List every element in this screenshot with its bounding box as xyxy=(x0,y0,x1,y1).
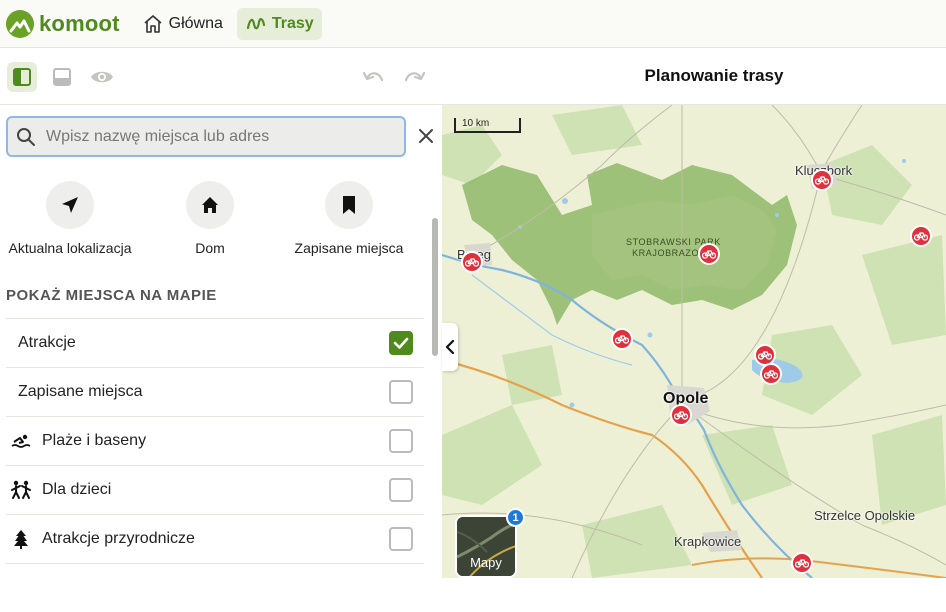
bicycle-icon xyxy=(764,370,778,379)
swimmer-icon xyxy=(10,433,32,449)
komoot-logo[interactable]: komoot xyxy=(6,9,120,38)
bike-poi-marker[interactable] xyxy=(670,404,692,426)
children-icon xyxy=(10,480,32,500)
bicycle-icon xyxy=(795,559,809,568)
quick-action-current-location[interactable]: Aktualna lokalizacja xyxy=(0,181,140,256)
places-list: Atrakcje Zapisane miejsca Plaże i baseny… xyxy=(6,318,424,612)
list-item-nature[interactable]: Atrakcje przyrodnicze xyxy=(6,514,424,563)
panel-bottom-icon xyxy=(53,68,71,86)
bicycle-icon xyxy=(674,411,688,420)
list-item-partial[interactable] xyxy=(6,563,424,612)
quick-action-saved-places[interactable]: Zapisane miejsca xyxy=(279,181,419,256)
planner-sidebar: Aktualna lokalizacja Dom Zapisane miejsc… xyxy=(0,48,442,578)
nav-home-label: Główna xyxy=(168,14,223,32)
nature-checkbox[interactable] xyxy=(389,527,413,551)
section-title: POKAŻ MIEJSCA NA MAPIE xyxy=(6,287,217,304)
undo-icon xyxy=(362,71,384,82)
bicycle-icon xyxy=(702,250,716,259)
quick-action-circle[interactable] xyxy=(186,181,234,229)
planner-toolbar xyxy=(0,48,442,105)
list-item-label: Plaże i baseny xyxy=(42,432,147,449)
bike-poi-marker[interactable] xyxy=(760,363,782,385)
close-icon xyxy=(419,129,433,143)
map-view[interactable]: Kluczbork Brzeg STOBRAWSKI PARK KRAJOBRA… xyxy=(442,105,946,578)
attractions-checkbox[interactable] xyxy=(389,331,413,355)
bookmark-icon xyxy=(343,196,355,214)
quick-action-label: Aktualna lokalizacja xyxy=(8,240,132,256)
undo-button[interactable] xyxy=(359,62,389,92)
nav-routes[interactable]: Trasy xyxy=(236,7,322,40)
quick-action-home[interactable]: Dom xyxy=(140,181,280,256)
list-item-label: Zapisane miejsca xyxy=(18,383,143,400)
sidebar-scrollbar[interactable] xyxy=(432,218,438,356)
list-item-attractions[interactable]: Atrakcje xyxy=(6,318,424,367)
nav-home[interactable]: Główna xyxy=(134,8,231,40)
location-arrow-icon xyxy=(62,197,78,213)
bike-poi-marker[interactable] xyxy=(910,225,932,247)
map-layers-label: Mapy xyxy=(470,555,502,570)
panel-sidebar-icon xyxy=(13,68,31,86)
map-scale: 10 km xyxy=(454,118,521,133)
home-icon xyxy=(144,14,162,33)
bicycle-icon xyxy=(914,232,928,241)
home-icon xyxy=(202,197,218,213)
search-row xyxy=(0,116,442,158)
redo-icon xyxy=(404,71,426,82)
search-box[interactable] xyxy=(6,116,406,157)
bicycle-icon xyxy=(465,258,479,267)
list-item-beaches-pools[interactable]: Plaże i baseny xyxy=(6,416,424,465)
quick-action-circle[interactable] xyxy=(46,181,94,229)
nav-routes-label: Trasy xyxy=(271,14,314,32)
saved-places-checkbox[interactable] xyxy=(389,380,413,404)
close-search-button[interactable] xyxy=(414,124,438,148)
sidebar-view-button[interactable] xyxy=(7,62,37,92)
top-navigation: komoot Główna Trasy xyxy=(0,0,946,48)
bike-poi-marker[interactable] xyxy=(791,552,813,574)
map-layers-button[interactable]: Mapy xyxy=(455,515,517,578)
route-icon xyxy=(246,17,265,29)
quick-action-circle[interactable] xyxy=(325,181,373,229)
bike-poi-marker[interactable] xyxy=(461,251,483,273)
quick-action-label: Dom xyxy=(195,240,225,256)
quick-action-label: Zapisane miejsca xyxy=(294,240,404,256)
map-label-krapkowice: Krapkowice xyxy=(674,534,742,549)
bicycle-icon xyxy=(615,335,629,344)
redo-button[interactable] xyxy=(399,62,429,92)
brand-name: komoot xyxy=(39,10,120,36)
search-icon xyxy=(17,127,35,146)
bicycle-icon xyxy=(815,176,829,185)
for-kids-checkbox[interactable] xyxy=(389,478,413,502)
list-item-saved-places[interactable]: Zapisane miejsca xyxy=(6,367,424,416)
bicycle-icon xyxy=(758,351,772,360)
collapse-sidebar-button[interactable] xyxy=(442,323,458,371)
page-title: Planowanie trasy xyxy=(644,66,784,85)
bottom-view-button[interactable] xyxy=(47,62,77,92)
eye-icon xyxy=(91,71,113,83)
map-header: Planowanie trasy xyxy=(442,48,946,105)
bike-poi-marker[interactable] xyxy=(811,169,833,191)
list-item-label: Dla dzieci xyxy=(42,481,112,498)
map-label-strzelce-opolskie: Strzelce Opolskie xyxy=(814,508,916,523)
preview-button[interactable] xyxy=(87,62,117,92)
list-item-label: Atrakcje xyxy=(18,334,76,351)
bike-poi-marker[interactable] xyxy=(698,243,720,265)
map-layers-badge: 1 xyxy=(506,508,525,527)
beaches-pools-checkbox[interactable] xyxy=(389,429,413,453)
list-item-for-kids[interactable]: Dla dzieci xyxy=(6,465,424,514)
search-input[interactable] xyxy=(46,127,386,146)
checkmark-icon xyxy=(393,337,409,349)
bike-poi-marker[interactable] xyxy=(611,328,633,350)
list-item-label: Atrakcje przyrodnicze xyxy=(42,530,195,547)
chevron-left-icon xyxy=(445,340,455,354)
komoot-logo-icon xyxy=(6,9,34,38)
tree-icon xyxy=(10,529,32,549)
